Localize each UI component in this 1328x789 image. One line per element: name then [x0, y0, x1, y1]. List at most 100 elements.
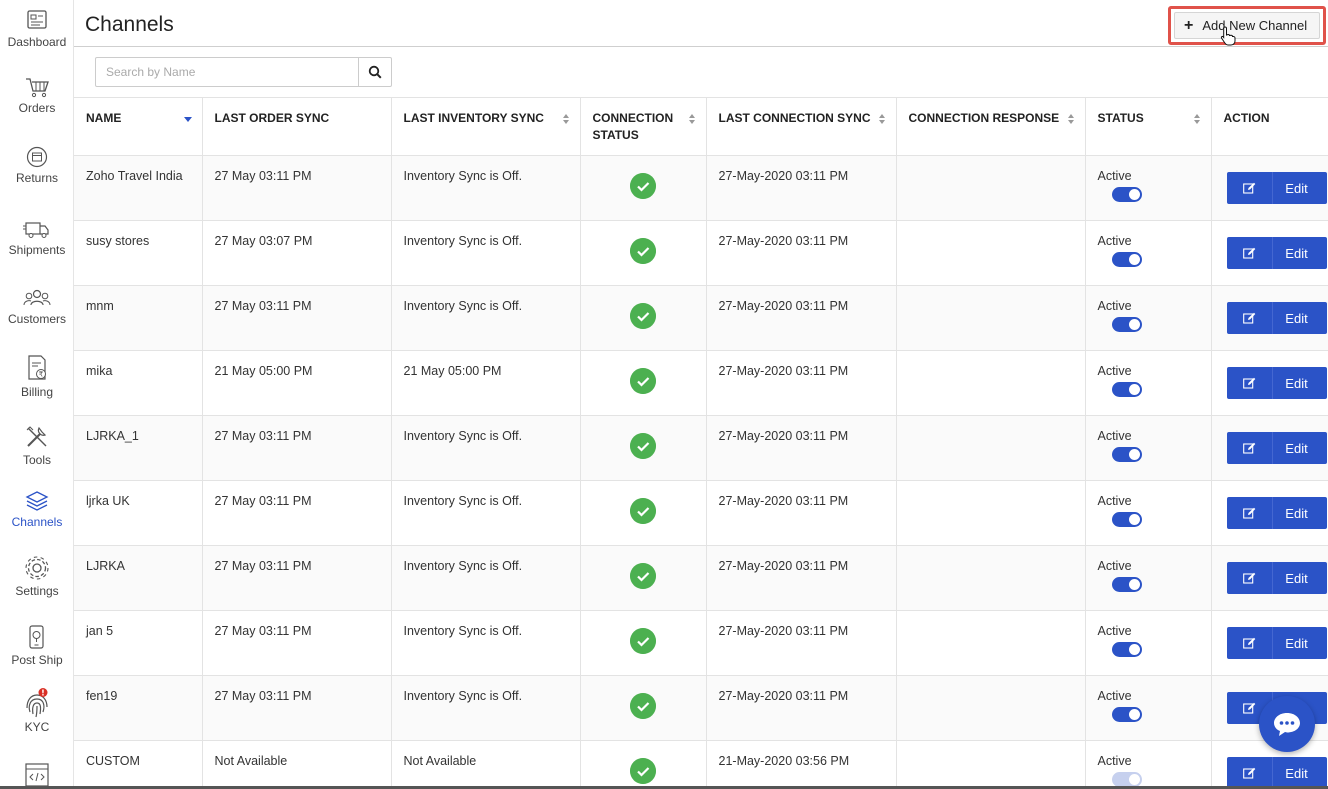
tools-icon	[26, 426, 47, 447]
status-toggle[interactable]	[1111, 642, 1142, 657]
status-toggle[interactable]	[1111, 512, 1142, 527]
column-header-connection-status[interactable]: CONNECTION STATUS	[580, 97, 707, 156]
column-header-name[interactable]: NAME	[74, 97, 203, 156]
cell-last-connection-sync: 21-May-2020 03:56 PM	[706, 740, 897, 789]
edit-button[interactable]: Edit	[1226, 757, 1327, 789]
status-toggle[interactable]	[1111, 252, 1142, 267]
cell-name: jan 5	[74, 610, 203, 676]
edit-button[interactable]: Edit	[1226, 432, 1327, 464]
cell-action: Edit	[1211, 480, 1328, 546]
status-toggle[interactable]	[1111, 187, 1142, 202]
check-circle-icon	[630, 498, 656, 524]
truck-icon	[23, 222, 49, 238]
column-header-connection-response[interactable]: CONNECTION RESPONSE	[896, 97, 1086, 156]
status-label: Active	[1097, 559, 1132, 573]
status-toggle[interactable]	[1111, 382, 1142, 397]
cell-name: Zoho Travel India	[74, 155, 203, 221]
sidebar-item-returns[interactable]: Returns	[0, 146, 74, 185]
chat-icon	[1274, 713, 1300, 736]
cell-connection-response	[896, 285, 1086, 351]
sidebar-item-customers[interactable]: Customers	[0, 287, 74, 326]
cell-status: Active	[1085, 285, 1212, 351]
edit-button[interactable]: Edit	[1226, 172, 1327, 204]
check-circle-icon	[630, 368, 656, 394]
status-label: Active	[1097, 169, 1132, 183]
status-label: Active	[1097, 234, 1132, 248]
cell-connection-response	[896, 545, 1086, 611]
edit-icon	[1227, 237, 1273, 269]
add-new-channel-button[interactable]: + Add New Channel	[1174, 12, 1320, 39]
sidebar-item-label: Orders	[18, 101, 56, 115]
column-header-action: ACTION	[1211, 97, 1328, 156]
edit-button[interactable]: Edit	[1226, 302, 1327, 334]
edit-icon	[1227, 627, 1273, 659]
status-toggle[interactable]	[1111, 577, 1142, 592]
sort-icon[interactable]	[688, 113, 696, 125]
channels-table-container: NAME LAST ORDER SYNC LAST INVENTORY SYNC…	[74, 97, 1328, 789]
sidebar-item-dashboard[interactable]: Dashboard	[0, 10, 74, 49]
cell-status: Active	[1085, 545, 1212, 611]
table-row: LJRKA 27 May 03:11 PM Inventory Sync is Of…	[74, 545, 1328, 611]
cell-status: Active	[1085, 480, 1212, 546]
cell-status: Active	[1085, 155, 1212, 221]
cell-status: Active	[1085, 675, 1212, 741]
sidebar-item-tools[interactable]: Tools	[0, 424, 74, 467]
cell-action: Edit	[1211, 610, 1328, 676]
plus-icon: +	[1184, 16, 1194, 34]
sidebar-item-label: Dashboard	[7, 35, 67, 49]
sort-icon[interactable]	[562, 113, 570, 125]
sidebar-item-kyc[interactable]: ! KYC	[0, 688, 74, 734]
status-toggle[interactable]	[1111, 317, 1142, 332]
cell-connection-response	[896, 740, 1086, 789]
check-circle-icon	[630, 628, 656, 654]
chat-button[interactable]	[1259, 696, 1315, 752]
edit-button[interactable]: Edit	[1226, 627, 1327, 659]
cell-last-order-sync: 27 May 03:11 PM	[202, 415, 392, 481]
status-toggle[interactable]	[1111, 447, 1142, 462]
edit-button[interactable]: Edit	[1226, 562, 1327, 594]
edit-button[interactable]: Edit	[1226, 497, 1327, 529]
channels-table: NAME LAST ORDER SYNC LAST INVENTORY SYNC…	[74, 97, 1328, 789]
sidebar-item-label: Returns	[15, 171, 59, 185]
sort-desc-icon[interactable]	[183, 117, 192, 122]
search-input[interactable]	[95, 57, 359, 87]
kyc-alert-badge: !	[41, 689, 45, 698]
fingerprint-icon: !	[26, 688, 48, 718]
cell-last-inventory-sync: Inventory Sync is Off.	[391, 610, 581, 676]
sort-icon[interactable]	[1067, 113, 1075, 125]
sidebar-item-label: Customers	[7, 312, 66, 326]
sidebar-item-billing[interactable]: ₹ Billing	[0, 354, 74, 399]
sort-icon[interactable]	[878, 113, 886, 125]
column-header-last-connection-sync[interactable]: LAST CONNECTION SYNC	[706, 97, 897, 156]
status-toggle[interactable]	[1111, 772, 1142, 787]
sidebar-item-shipments[interactable]: Shipments	[0, 218, 74, 257]
cell-last-inventory-sync: Not Available	[391, 740, 581, 789]
edit-icon	[1227, 757, 1273, 789]
sidebar-item-settings[interactable]: Settings	[0, 555, 74, 598]
check-circle-icon	[630, 238, 656, 264]
column-header-status[interactable]: STATUS	[1085, 97, 1212, 156]
cell-connection-response	[896, 610, 1086, 676]
cell-connection-status	[580, 610, 707, 676]
edit-button[interactable]: Edit	[1226, 367, 1327, 399]
column-header-last-inventory-sync[interactable]: LAST INVENTORY SYNC	[391, 97, 581, 156]
sidebar-item-developer[interactable]	[0, 763, 74, 787]
sidebar-item-label: Tools	[22, 453, 51, 467]
cell-connection-status	[580, 675, 707, 741]
cell-last-connection-sync: 27-May-2020 03:11 PM	[706, 480, 897, 546]
check-circle-icon	[630, 173, 656, 199]
status-toggle[interactable]	[1111, 707, 1142, 722]
cell-connection-response	[896, 155, 1086, 221]
cell-status: Active	[1085, 415, 1212, 481]
table-row: CUSTOM Not Available Not Available 21-May-2…	[74, 740, 1328, 789]
edit-button[interactable]: Edit	[1226, 237, 1327, 269]
sidebar-item-post-ship[interactable]: Post Ship	[0, 624, 74, 667]
sidebar-item-channels[interactable]: Channels	[0, 490, 74, 529]
cell-connection-status	[580, 350, 707, 416]
cell-name: LJRKA_1	[74, 415, 203, 481]
search-button[interactable]	[358, 57, 392, 87]
check-circle-icon	[630, 433, 656, 459]
sidebar-item-orders[interactable]: Orders	[0, 76, 74, 115]
sort-icon[interactable]	[1193, 113, 1201, 125]
table-row: mnm 27 May 03:11 PM Inventory Sync is Off.…	[74, 285, 1328, 351]
